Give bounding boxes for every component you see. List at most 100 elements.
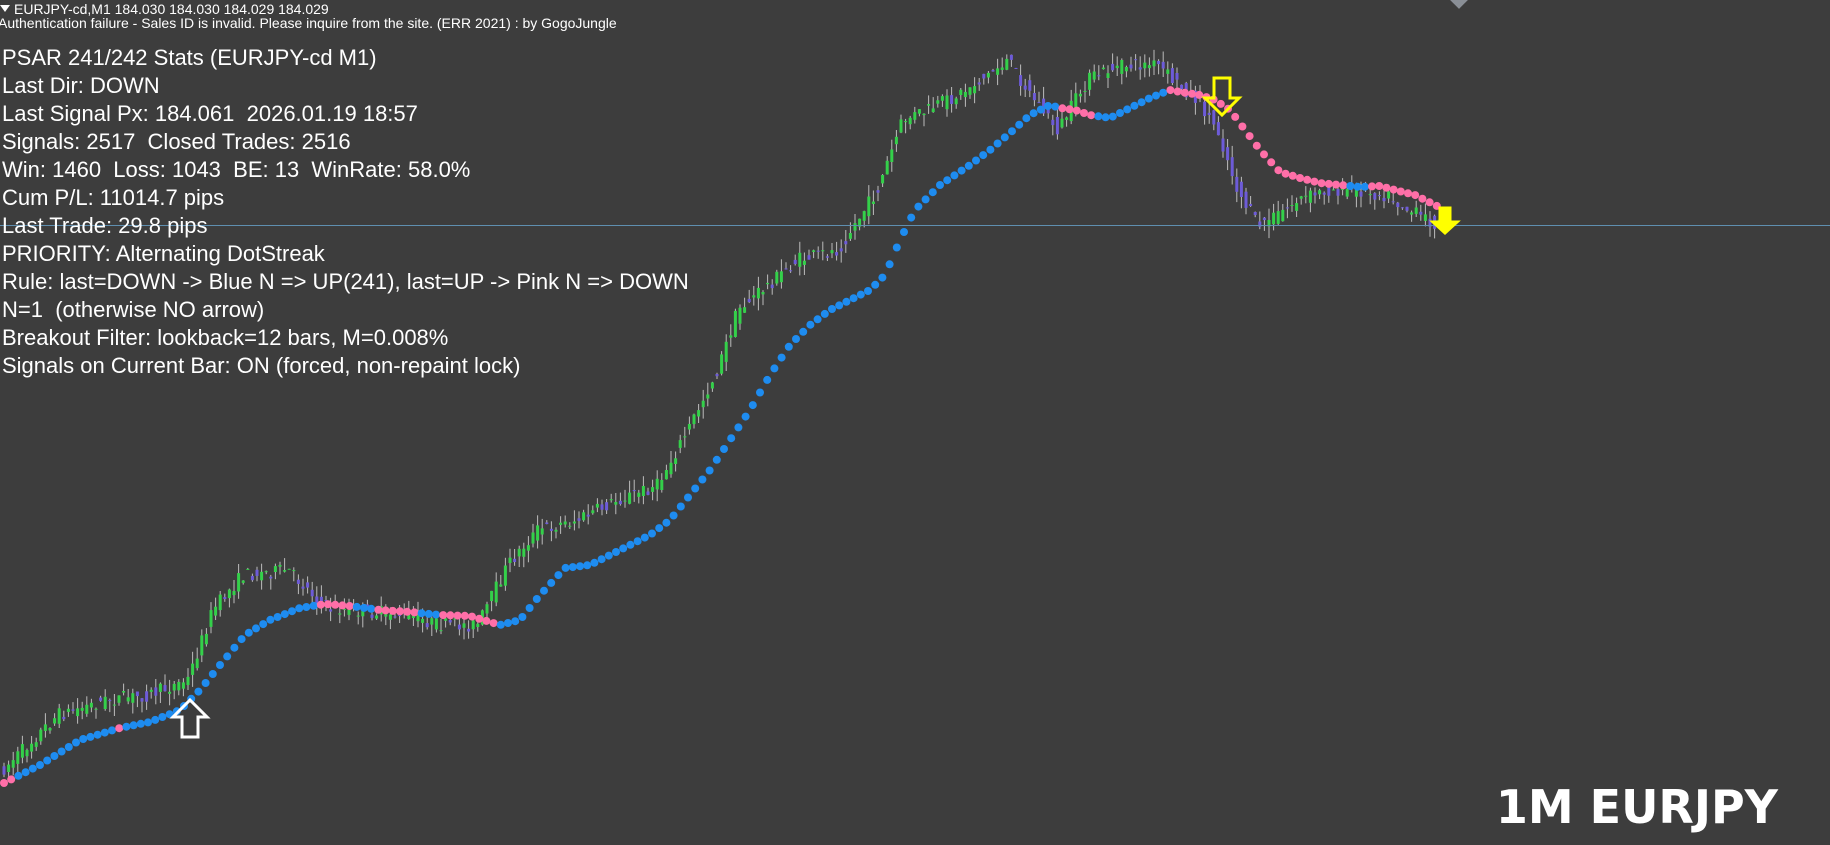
candle-body xyxy=(572,521,576,524)
psar-dot-pink xyxy=(1317,179,1326,188)
candle-body xyxy=(1299,196,1303,199)
candle-body xyxy=(467,628,471,632)
candle-body xyxy=(540,528,544,535)
candle-body xyxy=(1005,58,1009,70)
candle-body xyxy=(370,614,374,618)
candle-body xyxy=(1382,197,1386,202)
psar-dot-blue xyxy=(244,628,253,637)
candle-body xyxy=(434,618,438,630)
candle-body xyxy=(1276,211,1280,224)
price-chart[interactable]: EURJPY-cd,M1 184.030 184.030 184.029 184… xyxy=(0,0,1830,845)
stats-breakout-filter: Breakout Filter: lookback=12 bars, M=0.0… xyxy=(2,325,449,350)
candle-body xyxy=(600,504,604,510)
candle-body xyxy=(296,579,300,584)
candle-body xyxy=(16,751,20,764)
candle-body xyxy=(554,529,558,532)
psar-dot-blue xyxy=(1101,113,1110,122)
candle-body xyxy=(1009,54,1013,60)
psar-dot-blue xyxy=(655,524,664,533)
psar-dot-blue xyxy=(993,139,1002,148)
psar-dot-blue xyxy=(878,273,887,282)
psar-dot-blue xyxy=(280,610,289,619)
candle-body xyxy=(825,256,829,258)
psar-dot-blue xyxy=(86,732,95,741)
psar-dot-blue xyxy=(21,768,30,777)
candle-body xyxy=(1295,203,1299,211)
candle-body xyxy=(99,697,103,701)
candle-body xyxy=(1019,75,1023,86)
psar-dot-blue xyxy=(626,540,635,549)
psar-dot-blue xyxy=(633,537,642,546)
candle-body xyxy=(733,310,737,337)
candle-body xyxy=(963,91,967,98)
psar-dot-blue xyxy=(885,260,894,269)
psar-dot-blue xyxy=(1008,127,1016,136)
candle-body xyxy=(255,569,259,576)
candle-body xyxy=(1239,181,1243,197)
collapse-triangle-icon[interactable] xyxy=(0,5,10,12)
candle-body xyxy=(1368,194,1372,196)
auth-error-message: Authentication failure - Sales ID is inv… xyxy=(0,15,617,31)
candle-body xyxy=(977,82,981,85)
stats-last-trade: Last Trade: 29.8 pips xyxy=(2,213,208,238)
candle-body xyxy=(752,295,756,298)
psar-dot-blue xyxy=(532,595,541,603)
candle-body xyxy=(1244,191,1248,208)
psar-dot-blue xyxy=(266,615,275,624)
psar-dot-blue xyxy=(1159,88,1168,97)
candle-body xyxy=(996,68,1000,75)
candle-body xyxy=(1249,203,1253,206)
candle-body xyxy=(517,548,521,557)
candle-body xyxy=(973,86,977,94)
psar-dot-blue xyxy=(561,563,570,572)
candle-body xyxy=(591,510,595,514)
candle-body xyxy=(1157,60,1161,65)
candle-body xyxy=(232,591,236,596)
candle-body xyxy=(853,223,857,231)
psar-dot-pink xyxy=(374,605,383,614)
candle-body xyxy=(1387,191,1391,199)
candle-body xyxy=(85,704,89,714)
candle-body xyxy=(53,718,57,724)
psar-dot-blue xyxy=(252,624,260,633)
psar-dot-blue xyxy=(957,166,966,175)
candle-body xyxy=(545,522,549,524)
candle-body xyxy=(1281,209,1285,222)
candle-body xyxy=(862,211,866,221)
candle-body xyxy=(637,492,641,497)
psar-dot-pink xyxy=(1296,174,1304,182)
psar-dot-blue xyxy=(136,719,145,728)
candle-body xyxy=(1152,60,1156,67)
candle-body xyxy=(1092,71,1096,80)
candle-body xyxy=(1318,190,1322,195)
candle-body xyxy=(1235,176,1239,192)
psar-dot-blue xyxy=(691,484,700,493)
psar-dot-blue xyxy=(864,287,872,295)
psar-dot-pink xyxy=(489,619,498,628)
psar-dot-blue xyxy=(907,213,916,222)
psar-dot-blue xyxy=(79,735,88,743)
candle-body xyxy=(7,764,11,772)
psar-dot-pink xyxy=(1274,166,1283,175)
candle-body xyxy=(917,109,921,114)
candle-body xyxy=(1391,201,1395,203)
psar-dot-blue xyxy=(144,718,152,727)
psar-dot-blue xyxy=(676,502,685,511)
candle-body xyxy=(697,410,701,417)
candle-body xyxy=(1262,217,1266,221)
candle-body xyxy=(131,693,135,703)
candle-body xyxy=(204,633,208,645)
psar-dot-blue xyxy=(511,617,520,626)
psar-dot-pink xyxy=(345,602,354,610)
psar-dot-blue xyxy=(806,320,815,329)
candle-body xyxy=(954,98,958,105)
candle-body xyxy=(218,594,222,611)
candle-body xyxy=(191,663,195,675)
psar-dot-blue xyxy=(432,610,440,619)
psar-dot-blue xyxy=(367,604,376,613)
psar-dot-pink xyxy=(1281,169,1290,178)
candle-body xyxy=(490,590,494,602)
psar-dot-blue xyxy=(151,715,160,724)
candle-body xyxy=(503,565,507,586)
solid-down-arrow-icon xyxy=(1429,206,1461,236)
